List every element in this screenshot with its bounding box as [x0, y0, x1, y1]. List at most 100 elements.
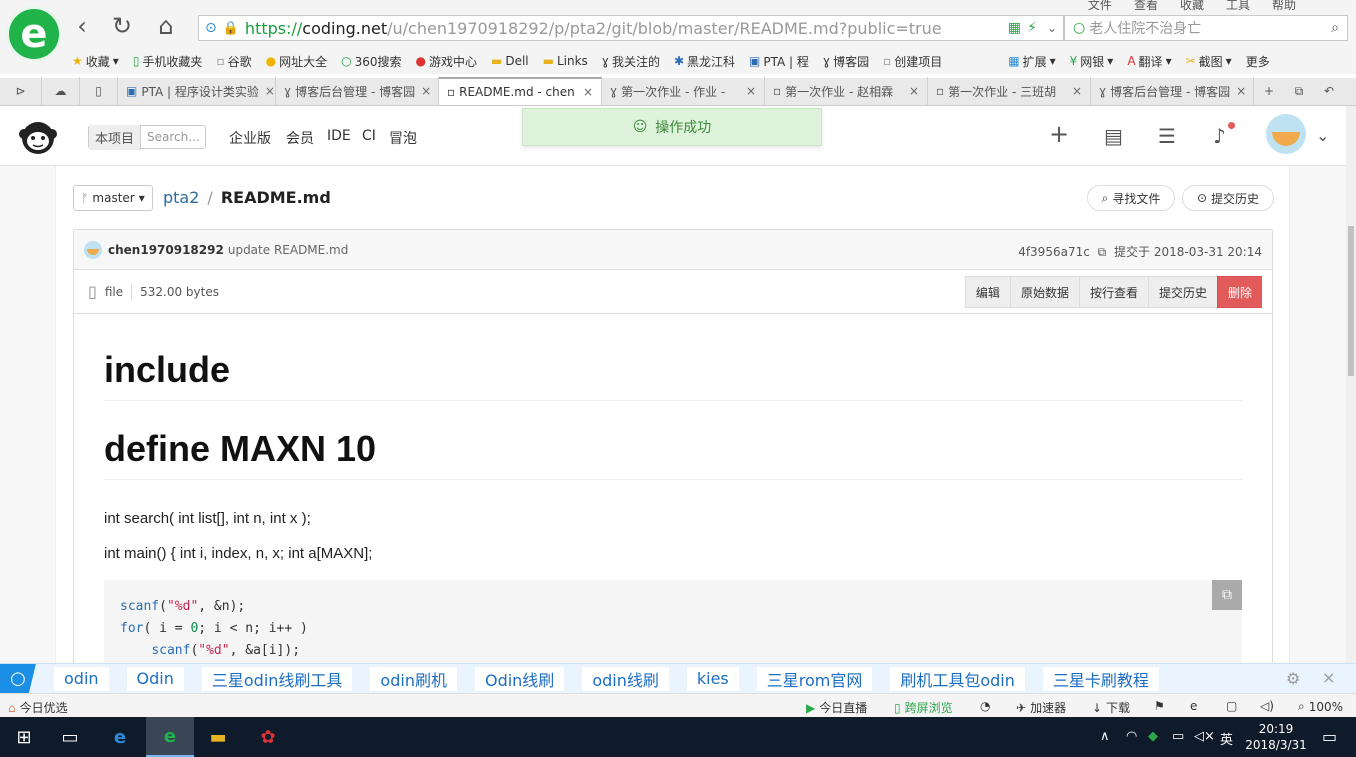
- sidebar-toggle-icon[interactable]: ⊳: [0, 77, 42, 105]
- nav-ide[interactable]: IDE: [327, 128, 351, 144]
- blame-button[interactable]: 按行查看: [1078, 276, 1148, 308]
- suggestion-link[interactable]: 刷机工具包odin: [890, 666, 1025, 691]
- commit-message[interactable]: update README.md: [228, 243, 349, 257]
- repo-link[interactable]: pta2: [163, 188, 199, 207]
- avatar[interactable]: [1266, 114, 1306, 154]
- speed-icon[interactable]: ◔: [980, 699, 990, 713]
- bookmark-hlj[interactable]: ✱ 黑龙江科: [674, 53, 735, 70]
- system-clock[interactable]: 20:19 2018/3/31: [1240, 721, 1312, 753]
- search-icon[interactable]: ⌕: [1331, 20, 1339, 36]
- tab-homework-1[interactable]: ɣ 第一次作业 - 作业 - ×: [602, 77, 765, 105]
- tab-homework-3[interactable]: ▫ 第一次作业 - 三班胡 ×: [928, 77, 1091, 105]
- nav-enterprise[interactable]: 企业版: [229, 128, 271, 148]
- tab-cnblogs-admin-2[interactable]: ɣ 博客后台管理 - 博客园 ×: [1091, 77, 1254, 105]
- home-icon[interactable]: ⌂: [152, 12, 180, 40]
- page-scrollbar[interactable]: [1346, 106, 1356, 663]
- daily-picks[interactable]: ⌂ 今日优选: [8, 699, 68, 716]
- flag-icon[interactable]: ⚑: [1154, 699, 1165, 713]
- nav-ci[interactable]: CI: [362, 128, 376, 144]
- file-explorer-icon[interactable]: ▬: [194, 717, 242, 757]
- close-icon[interactable]: ×: [740, 84, 756, 98]
- close-icon[interactable]: ×: [1230, 84, 1246, 98]
- restore-tab-icon[interactable]: ⧉: [1284, 77, 1314, 105]
- project-search[interactable]: 本项目 Search...: [88, 124, 206, 150]
- extensions-button[interactable]: ▦ 扩展 ▾: [1008, 53, 1055, 70]
- file-history-button[interactable]: 提交历史: [1147, 276, 1217, 308]
- suggestion-link[interactable]: 三星odin线刷工具: [201, 666, 353, 691]
- suggestion-link[interactable]: Odin: [126, 666, 184, 691]
- close-icon[interactable]: ×: [1322, 668, 1335, 687]
- bookmark-games[interactable]: ● 游戏中心: [415, 53, 477, 70]
- close-icon[interactable]: ×: [259, 84, 275, 98]
- suggestion-link[interactable]: odin刷机: [370, 666, 457, 691]
- suggestion-link[interactable]: odin线刷: [582, 666, 669, 691]
- chevron-down-icon[interactable]: ⌄: [1316, 126, 1329, 145]
- commit-hash[interactable]: 4f3956a71c: [1018, 245, 1090, 259]
- settings-icon[interactable]: ⚙: [1286, 669, 1300, 688]
- folder-share-icon[interactable]: ▤: [1104, 124, 1123, 148]
- undo-close-icon[interactable]: ↶: [1314, 77, 1344, 105]
- dropdown-icon[interactable]: ⌄: [1047, 21, 1057, 35]
- screenshot-button[interactable]: ✂ 截图 ▾: [1186, 53, 1232, 70]
- lightning-icon[interactable]: ⚡: [1027, 20, 1037, 36]
- close-icon[interactable]: ×: [577, 85, 593, 99]
- security-icon[interactable]: ◆: [1148, 729, 1158, 744]
- more-button[interactable]: 更多: [1246, 53, 1270, 70]
- bookmark-pta[interactable]: ▣ PTA | 程: [749, 53, 809, 70]
- tab-cnblogs-admin[interactable]: ɣ 博客后台管理 - 博客园 ×: [276, 77, 439, 105]
- app-icon[interactable]: ✿: [244, 717, 292, 757]
- refresh-icon[interactable]: ↻: [108, 12, 136, 40]
- browser-taskbar-icon[interactable]: e: [146, 717, 194, 757]
- close-icon[interactable]: ×: [903, 84, 919, 98]
- download-button[interactable]: ↓ 下载: [1092, 699, 1130, 716]
- search-engine-icon[interactable]: ○: [1073, 20, 1085, 36]
- chevron-up-icon[interactable]: ∧: [1100, 729, 1110, 744]
- cross-screen-button[interactable]: ▯ 跨屏浏览: [894, 699, 953, 716]
- window-icon[interactable]: ▢: [1226, 699, 1237, 713]
- menu-favorites[interactable]: 收藏: [1180, 0, 1204, 13]
- cloud-icon[interactable]: ☁: [42, 77, 80, 105]
- menu-tools[interactable]: 工具: [1226, 0, 1250, 13]
- notification-icon[interactable]: ▭: [1322, 727, 1337, 746]
- bookmark-google[interactable]: ▫ 谷歌: [216, 53, 251, 70]
- tab-readme[interactable]: ▫ README.md - chen ×: [439, 77, 602, 105]
- translate-button[interactable]: A 翻译 ▾: [1127, 53, 1171, 70]
- suggestion-link[interactable]: odin: [54, 666, 109, 691]
- suggestion-link[interactable]: 三星rom官网: [756, 666, 873, 691]
- bookmark-360[interactable]: ○ 360搜索: [341, 53, 401, 70]
- bookmark-follow[interactable]: ɣ 我关注的: [602, 53, 660, 70]
- battery-icon[interactable]: ▭: [1172, 729, 1184, 744]
- bank-button[interactable]: ¥ 网银 ▾: [1070, 53, 1114, 70]
- task-view-icon[interactable]: ▭: [46, 717, 94, 757]
- browser-logo[interactable]: e: [6, 6, 62, 62]
- live-button[interactable]: ▶ 今日直播: [806, 699, 867, 716]
- bell-icon[interactable]: ♪: [1213, 124, 1226, 148]
- commit-avatar[interactable]: [84, 240, 102, 259]
- bookmark-cnblogs[interactable]: ɣ 博客园: [823, 53, 869, 70]
- menu-view[interactable]: 查看: [1134, 0, 1158, 13]
- plus-icon[interactable]: +: [1049, 120, 1069, 148]
- edit-button[interactable]: 编辑: [964, 276, 1010, 308]
- bookmark-hao[interactable]: ● 网址大全: [266, 53, 328, 70]
- windows-start-icon[interactable]: ⊞: [0, 717, 48, 757]
- suggestion-link[interactable]: 三星卡刷教程: [1042, 666, 1159, 691]
- new-tab-icon[interactable]: +: [1254, 77, 1284, 105]
- bookmark-favorites[interactable]: ★ 收藏 ▾: [72, 53, 119, 70]
- delete-button[interactable]: 删除: [1216, 276, 1262, 308]
- address-bar[interactable]: ⊙ 🔒 https://coding.net/u/chen1970918292/…: [198, 15, 1064, 41]
- accelerator-button[interactable]: ✈ 加速器: [1016, 699, 1066, 716]
- site-info-icon[interactable]: ⊙: [205, 20, 217, 36]
- suggestion-link[interactable]: kies: [686, 666, 739, 691]
- search-input[interactable]: Search...: [141, 130, 200, 144]
- menu-help[interactable]: 帮助: [1272, 0, 1296, 13]
- qr-icon[interactable]: ▦: [1008, 20, 1021, 36]
- suggestion-link[interactable]: Odin线刷: [474, 666, 565, 691]
- close-icon[interactable]: ×: [1066, 84, 1082, 98]
- tab-homework-2[interactable]: ▫ 第一次作业 - 赵相霖 ×: [765, 77, 928, 105]
- find-file-button[interactable]: ⌕ 寻找文件: [1087, 185, 1175, 211]
- zoom-control[interactable]: ⌕ 100%: [1298, 699, 1343, 714]
- volume-icon[interactable]: ◁): [1260, 699, 1274, 713]
- url-text[interactable]: https://coding.net/u/chen1970918292/p/pt…: [245, 19, 942, 38]
- close-icon[interactable]: ×: [415, 84, 431, 98]
- history-button[interactable]: ⊙ 提交历史: [1182, 185, 1274, 211]
